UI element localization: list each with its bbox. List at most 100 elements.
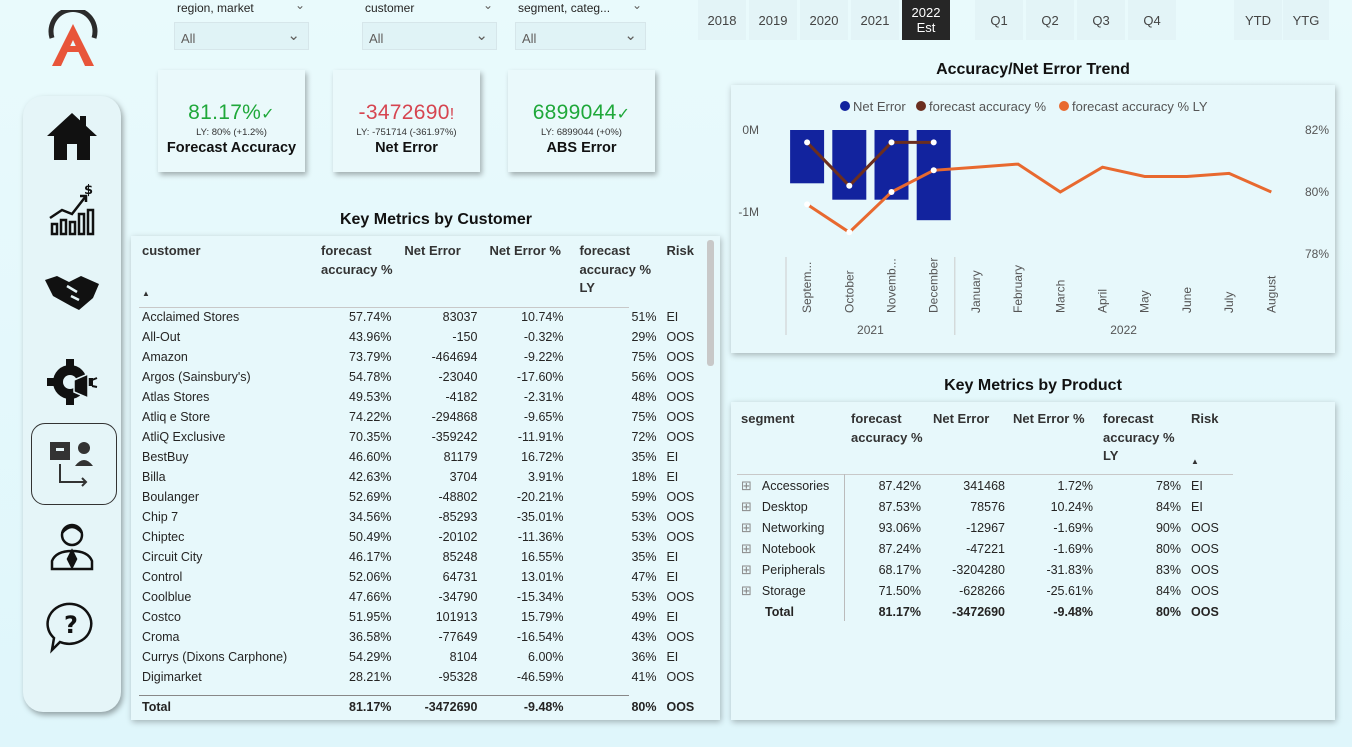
table-cell: 84% (1155, 499, 1181, 514)
table-row[interactable]: Chiptec 50.49% -20102 -11.36% 53% OOS (139, 527, 711, 547)
table-row[interactable]: ⊞ Peripherals 68.17% -3204280 -31.83% 83% OOS (737, 559, 1234, 580)
chart-title: Accuracy/Net Error Trend (936, 61, 1130, 78)
table-cell: 71.50% (878, 583, 921, 598)
year-2021-button[interactable]: 2021 (851, 0, 899, 40)
table-cell: 10.74% (521, 310, 564, 324)
table-cell: 8104 (449, 650, 478, 664)
table-row[interactable]: Argos (Sainsbury's) 54.78% -23040 -17.60% 56… (139, 367, 711, 387)
table-row[interactable]: Control 52.06% 64731 13.01% 47% EI (139, 567, 711, 587)
table-row[interactable]: Digimarket 28.21% -95328 -46.59% 41% OOS (139, 667, 711, 687)
table-row[interactable]: Boulanger 52.69% -48802 -20.21% 59% OOS (139, 487, 711, 507)
column-header[interactable]: Risk (664, 242, 711, 307)
table-cell: OOS (666, 630, 695, 644)
table-row[interactable]: Costco 51.95% 101913 15.79% 49% EI (139, 607, 711, 627)
expand-icon[interactable]: ⊞ (741, 520, 752, 535)
expand-icon[interactable]: ⊞ (741, 478, 752, 493)
column-header[interactable]: forecast accuracy % LY (1101, 410, 1189, 475)
manager-person-icon[interactable] (42, 515, 102, 575)
vertical-scrollbar[interactable] (707, 240, 714, 366)
table-row[interactable]: ⊞ Storage 71.50% -628266 -25.61% 84% OOS (737, 580, 1234, 601)
table-cell: OOS (666, 670, 695, 684)
quarter-q2-button[interactable]: Q2 (1026, 0, 1074, 40)
table-row[interactable]: Chip 7 34.56% -85293 -35.01% 53% OOS (139, 507, 711, 527)
column-header[interactable]: Net Error (929, 410, 1013, 475)
year-2019-button[interactable]: 2019 (749, 0, 797, 40)
forecast-user-icon[interactable] (42, 434, 102, 494)
product-table: segment forecast accuracy % Net Error Ne… (737, 410, 1234, 622)
table-row[interactable]: BestBuy 46.60% 81179 16.72% 35% EI (139, 447, 711, 467)
column-header[interactable]: Net Error % (485, 242, 571, 307)
quarter-q3-button[interactable]: Q3 (1077, 0, 1125, 40)
table-row[interactable]: Acclaimed Stores 57.74% 83037 10.74% 51% EI (139, 307, 711, 327)
accuracy-point (930, 139, 937, 146)
column-header[interactable]: Risk ▲ (1189, 410, 1234, 475)
sort-ascending-icon[interactable]: ▲ (1191, 453, 1234, 472)
table-cell: -464694 (431, 350, 478, 364)
year-2020-button[interactable]: 2020 (800, 0, 848, 40)
column-header[interactable]: forecast accuracy % (845, 410, 929, 475)
table-row[interactable]: ⊞ Desktop 87.53% 78576 10.24% 84% EI (737, 496, 1234, 517)
table-row[interactable]: AtliQ Exclusive 70.35% -359242 -11.91% 72% OO… (139, 427, 711, 447)
quarter-q1-button[interactable]: Q1 (975, 0, 1023, 40)
column-header[interactable]: segment (737, 410, 845, 475)
kpi-value: 81.17%✓ (188, 101, 275, 124)
region-market-slicer[interactable]: region, market ⌄ All ⌄ (174, 0, 309, 50)
year-2018-button[interactable]: 2018 (698, 0, 746, 40)
year-2022-est-button[interactable]: 2022 Est (902, 0, 950, 40)
help-question-icon[interactable]: ? (42, 596, 102, 656)
segment-name-cell: ⊞ Networking (737, 517, 845, 538)
table-row[interactable]: Billa 42.63% 3704 3.91% 18% EI (139, 467, 711, 487)
column-header[interactable]: forecast accuracy % LY (571, 242, 664, 307)
expand-icon[interactable]: ⊞ (741, 583, 752, 598)
segment-category-slicer[interactable]: segment, categ... ⌄ All ⌄ (515, 0, 646, 50)
table-row[interactable]: Amazon 73.79% -464694 -9.22% 75% OOS (139, 347, 711, 367)
table-cell: 15.79% (521, 610, 564, 624)
slicer-value: All (369, 31, 384, 46)
table-row[interactable]: Atliq e Store 74.22% -294868 -9.65% 75% OOS (139, 407, 711, 427)
column-header[interactable]: Net Error (399, 242, 485, 307)
ytg-button[interactable]: YTG (1283, 0, 1329, 40)
region-market-dropdown[interactable]: All ⌄ (174, 22, 309, 50)
table-row[interactable]: Croma 36.58% -77649 -16.54% 43% OOS (139, 627, 711, 647)
table-cell: OOS (666, 390, 695, 404)
chevron-down-icon[interactable]: ⌄ (295, 0, 305, 12)
ytd-button[interactable]: YTD (1234, 0, 1282, 40)
y-right-tick-label: 80% (1305, 185, 1329, 199)
x-tick-label: August (1264, 275, 1278, 313)
expand-icon[interactable]: ⊞ (741, 562, 752, 577)
table-row[interactable]: All-Out 43.96% -150 -0.32% 29% OOS (139, 327, 711, 347)
expand-icon[interactable]: ⊞ (741, 499, 752, 514)
chevron-down-icon[interactable]: ⌄ (483, 0, 493, 12)
handshake-icon[interactable] (42, 261, 102, 321)
x-tick-label: Novemb... (885, 258, 899, 313)
table-cell: 42.63% (349, 470, 392, 484)
sales-growth-icon[interactable]: $ (42, 180, 102, 240)
expand-icon[interactable]: ⊞ (741, 541, 752, 556)
segment-category-dropdown[interactable]: All ⌄ (515, 22, 646, 50)
table-row[interactable]: ⊞ Notebook 87.24% -47221 -1.69% 80% OOS (737, 538, 1234, 559)
table-cell: EI (1191, 478, 1203, 493)
table-cell: 29% (631, 330, 657, 344)
table-cell: 35% (631, 450, 657, 464)
table-row[interactable]: Coolblue 47.66% -34790 -15.34% 53% OOS (139, 587, 711, 607)
table-row[interactable]: ⊞ Accessories 87.42% 341468 1.72% 78% EI (737, 475, 1234, 496)
sort-ascending-icon[interactable]: ▲ (142, 285, 318, 304)
column-header[interactable]: customer ▲ (139, 242, 318, 307)
table-row[interactable]: Circuit City 46.17% 85248 16.55% 35% EI (139, 547, 711, 567)
table-cell: -150 (452, 330, 478, 344)
column-header[interactable]: Net Error % (1013, 410, 1101, 475)
table-cell: 18% (631, 470, 657, 484)
segment-label: Total (765, 604, 794, 619)
table-row[interactable]: ⊞ Networking 93.06% -12967 -1.69% 90% OOS (737, 517, 1234, 538)
customer-dropdown[interactable]: All ⌄ (362, 22, 497, 50)
chevron-down-icon[interactable]: ⌄ (632, 0, 642, 12)
table-row[interactable]: Currys (Dixons Carphone) 54.29% 8104 6.00% 3… (139, 647, 711, 667)
column-header[interactable]: forecast accuracy % (318, 242, 399, 307)
quarter-q4-button[interactable]: Q4 (1128, 0, 1176, 40)
customer-slicer[interactable]: customer ⌄ All ⌄ (362, 0, 497, 50)
settings-gear-icon[interactable] (42, 352, 102, 412)
table-row[interactable]: Atlas Stores 49.53% -4182 -2.31% 48% OOS (139, 387, 711, 407)
customer-name-cell: Chiptec (142, 530, 185, 544)
table-cell: 54.78% (349, 370, 392, 384)
home-icon[interactable] (42, 106, 102, 166)
